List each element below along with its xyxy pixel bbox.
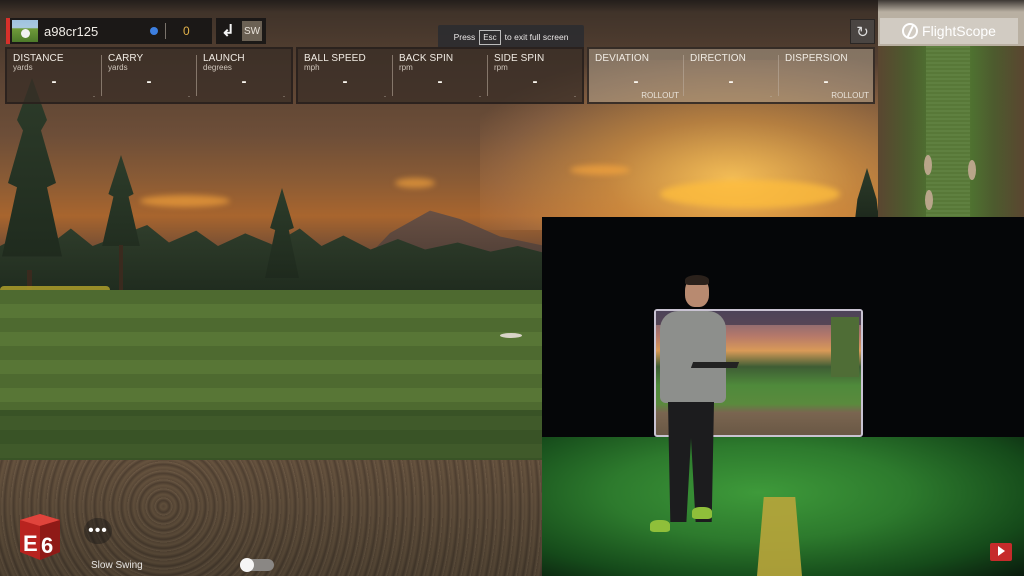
brand-name: FlightScope xyxy=(922,23,996,39)
toggle-knob xyxy=(240,558,254,572)
video-floor-stripe xyxy=(757,497,802,576)
target-marker xyxy=(500,333,522,338)
metric-label: DIRECTION xyxy=(690,53,746,64)
metric-deviation: DEVIATION - ROLLOUT xyxy=(589,53,684,100)
metric-dispersion: DISPERSION - ROLLOUT xyxy=(779,53,873,100)
player-name: a98cr125 xyxy=(44,23,99,39)
cloud xyxy=(660,180,840,208)
brand-logo: FlightScope xyxy=(880,18,1018,44)
metric-value: - xyxy=(146,73,152,90)
player-accent xyxy=(6,18,10,44)
stats-panel-ball: BALL SPEED mph - - BACK SPIN rpm - - SID… xyxy=(296,47,584,104)
metric-value: - xyxy=(633,73,639,90)
metric-rollout: ROLLOUT xyxy=(831,91,869,100)
e6-letter-6: 6 xyxy=(41,533,53,558)
cloud xyxy=(140,195,230,207)
e6-letter-e: E xyxy=(23,531,38,556)
slow-swing-toggle[interactable] xyxy=(240,558,274,572)
flightscope-logo-icon xyxy=(902,23,919,39)
metric-value: - xyxy=(51,73,57,90)
cloud xyxy=(395,178,435,188)
metric-direction: DIRECTION - - xyxy=(684,53,779,100)
club-label[interactable]: SW xyxy=(242,21,262,41)
stats-panel-direction: DEVIATION - ROLLOUT DIRECTION - - DISPER… xyxy=(587,47,875,104)
metric-unit: degrees xyxy=(203,63,232,72)
metric-label: DISPERSION xyxy=(785,53,848,64)
fullscreen-tip: Press Esc to exit full screen xyxy=(438,25,584,49)
metric-unit: rpm xyxy=(399,63,413,72)
metric-sub: - xyxy=(574,94,576,100)
tree-trunk xyxy=(119,245,123,290)
subscribe-icon[interactable] xyxy=(990,543,1012,561)
metric-unit: rpm xyxy=(494,63,508,72)
bunker xyxy=(925,190,933,210)
metric-ball-speed: BALL SPEED mph - - xyxy=(298,53,393,100)
metric-value: - xyxy=(437,73,443,90)
metric-unit: yards xyxy=(13,63,33,72)
club-selector[interactable]: ↲ SW xyxy=(216,18,266,44)
top-shade xyxy=(0,0,1024,12)
player-avatar xyxy=(12,20,38,42)
metric-rollout: ROLLOUT xyxy=(641,91,679,100)
metric-carry: CARRY yards - - xyxy=(102,53,197,100)
reset-icon: ↻ xyxy=(856,23,869,41)
metric-side-spin: SIDE SPIN rpm - - xyxy=(488,53,582,100)
metric-value: - xyxy=(532,73,538,90)
bunker xyxy=(968,160,976,180)
cloud xyxy=(570,165,630,175)
metric-back-spin: BACK SPIN rpm - - xyxy=(393,53,488,100)
metric-sub: - xyxy=(770,94,772,100)
metric-unit: mph xyxy=(304,63,320,72)
metric-distance: DISTANCE yards - - xyxy=(7,53,102,100)
slow-swing-label: Slow Swing xyxy=(91,560,143,571)
presenter-torso xyxy=(660,311,726,403)
esc-key: Esc xyxy=(479,29,501,45)
dirt-shade xyxy=(0,460,545,576)
player-bar[interactable]: a98cr125 0 xyxy=(6,18,212,44)
metric-sub: - xyxy=(479,94,481,100)
metric-value: - xyxy=(241,73,247,90)
metric-sub: - xyxy=(283,94,285,100)
metric-sub: - xyxy=(188,94,190,100)
fairway-shadow xyxy=(0,410,545,460)
metric-value: - xyxy=(823,73,829,90)
presenter-tablet xyxy=(690,362,740,368)
metric-launch: LAUNCH degrees - - xyxy=(197,53,291,100)
more-icon: ••• xyxy=(88,522,108,539)
divider xyxy=(165,23,166,39)
tip-prefix: Press xyxy=(453,32,476,42)
more-options-button[interactable]: ••• xyxy=(84,518,112,544)
shoe xyxy=(692,507,712,519)
video-screen-map xyxy=(831,317,859,377)
stats-panel-distance: DISTANCE yards - - CARRY yards - - LAUNC… xyxy=(5,47,293,104)
player-score: 0 xyxy=(183,24,190,38)
metric-sub: - xyxy=(384,94,386,100)
status-dot-icon xyxy=(150,27,158,35)
presenter-hair xyxy=(685,275,709,285)
metric-unit: yards xyxy=(108,63,128,72)
hole-map-fairway xyxy=(926,46,970,218)
club-arrow-icon: ↲ xyxy=(221,23,235,40)
metric-label: DEVIATION xyxy=(595,53,650,64)
metric-value: - xyxy=(342,73,348,90)
reset-button[interactable]: ↻ xyxy=(850,19,875,44)
presenter-video[interactable] xyxy=(542,217,1024,576)
metric-sub: - xyxy=(93,94,95,100)
shoe xyxy=(650,520,670,532)
bunker xyxy=(924,155,932,175)
tip-suffix: to exit full screen xyxy=(504,32,569,42)
metric-value: - xyxy=(728,73,734,90)
e6-logo-icon[interactable]: E 6 xyxy=(14,510,66,562)
